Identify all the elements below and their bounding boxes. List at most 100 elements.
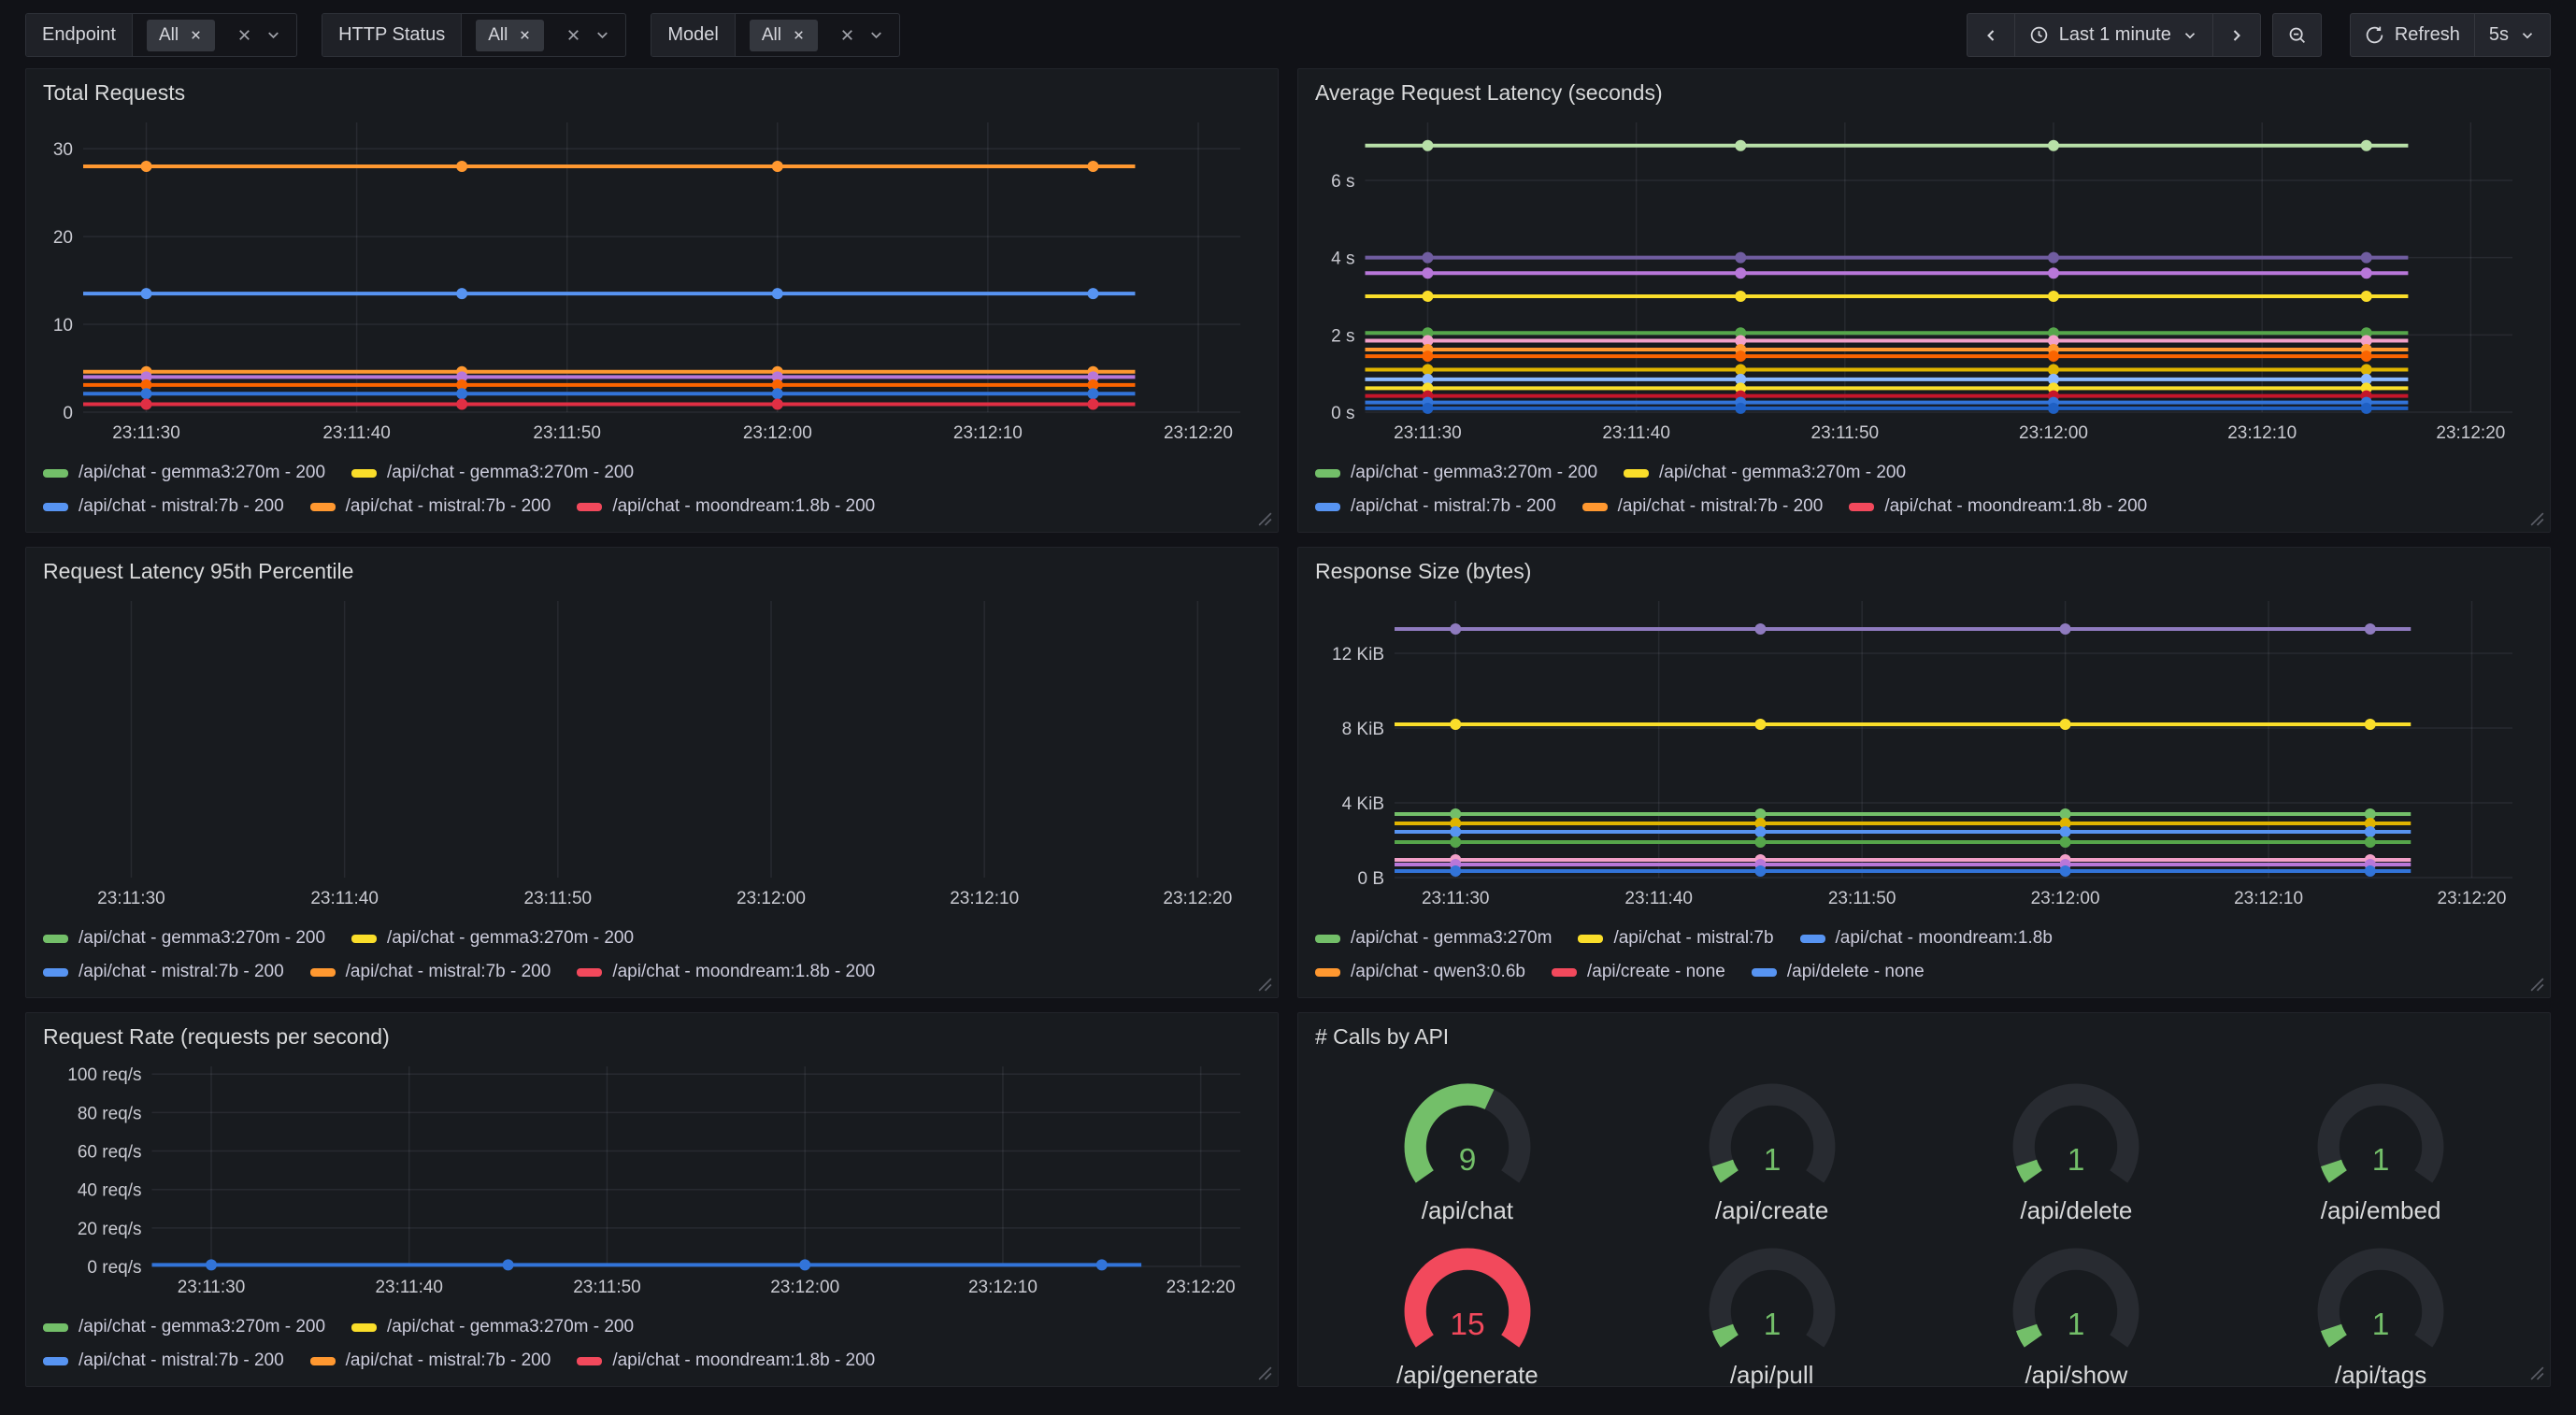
legend-item[interactable]: /api/chat - mistral:7b - 200 [310, 962, 551, 982]
filter-bar: Endpoint All HTTP [25, 13, 900, 57]
legend-item[interactable]: /api/create - none [1552, 962, 1725, 982]
svg-text:23:11:40: 23:11:40 [322, 423, 391, 443]
gauge-value: 1 [1763, 1143, 1781, 1178]
legend-series-swatch [1752, 968, 1777, 977]
legend-item[interactable]: /api/chat - mistral:7b [1578, 928, 1773, 949]
filter-endpoint-value[interactable]: All [133, 14, 296, 56]
legend-item[interactable]: /api/chat - mistral:7b - 200 [1582, 496, 1824, 517]
legend-item[interactable]: /api/chat - moondream:1.8b [1800, 928, 2053, 949]
gauge-api-label: /api/chat [1422, 1196, 1513, 1225]
legend-item[interactable]: /api/chat - gemma3:270m - 200 [43, 928, 325, 949]
legend-item[interactable]: /api/chat - gemma3:270m - 200 [351, 928, 634, 949]
timeseries-chart[interactable]: 23:11:3023:11:4023:11:5023:12:0023:12:10… [43, 588, 1261, 911]
panel-title[interactable]: Total Requests [43, 80, 1261, 106]
timeseries-chart[interactable]: 0 s2 s4 s6 s23:11:3023:11:4023:11:5023:1… [1315, 109, 2533, 446]
legend-item[interactable]: /api/chat - qwen3:0.6b [1315, 962, 1525, 982]
legend-item[interactable]: /api/chat - mistral:7b - 200 [43, 496, 284, 517]
legend-series-swatch [351, 935, 377, 943]
gauge-api-label: /api/embed [2321, 1196, 2441, 1225]
svg-text:23:12:10: 23:12:10 [950, 889, 1019, 908]
legend-series-label: /api/chat - gemma3:270m - 200 [387, 928, 634, 949]
legend-item[interactable]: /api/delete - none [1752, 962, 1925, 982]
legend-series-swatch [1552, 968, 1577, 977]
gauge-/api/show[interactable]: 1/api/show [1989, 1235, 2163, 1390]
time-shift-forward-button[interactable] [2212, 13, 2261, 57]
panel-resize-handle[interactable] [2529, 511, 2545, 527]
filter-http-status-chip[interactable]: All [476, 20, 544, 51]
svg-text:23:11:40: 23:11:40 [1602, 423, 1670, 443]
chip-text: All [488, 25, 508, 46]
svg-text:2 s: 2 s [1331, 326, 1354, 346]
timeseries-chart[interactable]: 0 B4 KiB8 KiB12 KiB23:11:3023:11:4023:11… [1315, 588, 2533, 911]
legend-item[interactable]: /api/chat - gemma3:270m - 200 [1315, 463, 1597, 483]
gauge-value: 1 [2068, 1308, 2085, 1342]
zoom-out-time-button[interactable] [2272, 13, 2322, 57]
chip-remove-icon[interactable] [189, 28, 203, 42]
svg-text:23:12:10: 23:12:10 [2234, 889, 2303, 908]
panel-calls-by-api: # Calls by API 9/api/chat1/api/create1/a… [1297, 1012, 2551, 1387]
filter-endpoint: Endpoint All [25, 13, 297, 57]
filter-clear-icon[interactable] [565, 26, 582, 44]
chip-remove-icon[interactable] [792, 28, 806, 42]
legend-item[interactable]: /api/chat - mistral:7b - 200 [43, 1351, 284, 1371]
legend-item[interactable]: /api/chat - gemma3:270m - 200 [351, 1317, 634, 1337]
legend-item[interactable]: /api/chat - moondream:1.8b - 200 [577, 496, 875, 517]
gauge-/api/delete[interactable]: 1/api/delete [1989, 1070, 2163, 1225]
chip-remove-icon[interactable] [518, 28, 532, 42]
legend-item[interactable]: /api/chat - gemma3:270m - 200 [43, 1317, 325, 1337]
svg-text:20: 20 [53, 228, 73, 248]
timeseries-chart[interactable]: 010203023:11:3023:11:4023:11:5023:12:002… [43, 109, 1261, 446]
gauge-value: 1 [2068, 1143, 2085, 1178]
filter-model-value[interactable]: All [736, 14, 899, 56]
panel-title[interactable]: # Calls by API [1315, 1024, 2533, 1050]
panel-resize-handle[interactable] [2529, 977, 2545, 993]
gauge-/api/tags[interactable]: 1/api/tags [2294, 1235, 2468, 1390]
legend-item[interactable]: /api/chat - moondream:1.8b - 200 [577, 1351, 875, 1371]
legend-item[interactable]: /api/chat - mistral:7b - 200 [43, 962, 284, 982]
chevron-down-icon[interactable] [867, 26, 885, 44]
svg-text:60 req/s: 60 req/s [78, 1143, 142, 1163]
legend-item[interactable]: /api/chat - mistral:7b - 200 [310, 496, 551, 517]
panel-title[interactable]: Request Rate (requests per second) [43, 1024, 1261, 1050]
filter-http-status: HTTP Status All [322, 13, 626, 57]
time-shift-back-button[interactable] [1967, 13, 2014, 57]
legend-item[interactable]: /api/chat - mistral:7b - 200 [310, 1351, 551, 1371]
panel-title[interactable]: Response Size (bytes) [1315, 559, 2533, 584]
legend-series-label: /api/delete - none [1787, 962, 1925, 982]
legend-item[interactable]: /api/chat - gemma3:270m - 200 [351, 463, 634, 483]
legend-series-label: /api/chat - gemma3:270m - 200 [387, 463, 634, 483]
filter-http-status-value[interactable]: All [462, 14, 625, 56]
panel-resize-handle[interactable] [1257, 977, 1273, 993]
panel-resize-handle[interactable] [2529, 1365, 2545, 1381]
refresh-interval-button[interactable]: 5s [2474, 13, 2551, 57]
gauge-/api/embed[interactable]: 1/api/embed [2294, 1070, 2468, 1225]
legend-series-swatch [1315, 469, 1340, 478]
legend-series-label: /api/chat - moondream:1.8b - 200 [1884, 496, 2147, 517]
time-range-button[interactable]: Last 1 minute [2014, 13, 2212, 57]
panel-resize-handle[interactable] [1257, 511, 1273, 527]
chevron-down-icon[interactable] [594, 26, 611, 44]
legend-item[interactable]: /api/chat - mistral:7b - 200 [1315, 496, 1556, 517]
filter-model-chip[interactable]: All [750, 20, 818, 51]
gauge-/api/pull[interactable]: 1/api/pull [1685, 1235, 1859, 1390]
gauge-/api/generate[interactable]: 15/api/generate [1381, 1235, 1554, 1390]
panel-title[interactable]: Request Latency 95th Percentile [43, 559, 1261, 584]
filter-clear-icon[interactable] [236, 26, 253, 44]
legend-item[interactable]: /api/chat - gemma3:270m [1315, 928, 1552, 949]
svg-text:4 s: 4 s [1331, 250, 1354, 269]
filter-endpoint-chip[interactable]: All [147, 20, 215, 51]
legend-item[interactable]: /api/chat - gemma3:270m - 200 [43, 463, 325, 483]
timeseries-chart[interactable]: 0 req/s20 req/s40 req/s60 req/s80 req/s1… [43, 1053, 1261, 1300]
legend-item[interactable]: /api/chat - moondream:1.8b - 200 [1849, 496, 2147, 517]
legend-series-label: /api/chat - gemma3:270m - 200 [1659, 463, 1906, 483]
panel-title[interactable]: Average Request Latency (seconds) [1315, 80, 2533, 106]
legend-item[interactable]: /api/chat - gemma3:270m - 200 [1624, 463, 1906, 483]
legend-item[interactable]: /api/chat - moondream:1.8b - 200 [577, 962, 875, 982]
time-range-group: Last 1 minute [1967, 13, 2261, 57]
gauge-/api/chat[interactable]: 9/api/chat [1381, 1070, 1554, 1225]
gauge-/api/create[interactable]: 1/api/create [1685, 1070, 1859, 1225]
refresh-button[interactable]: Refresh [2350, 13, 2474, 57]
chevron-down-icon[interactable] [265, 26, 282, 44]
panel-resize-handle[interactable] [1257, 1365, 1273, 1381]
filter-clear-icon[interactable] [838, 26, 856, 44]
